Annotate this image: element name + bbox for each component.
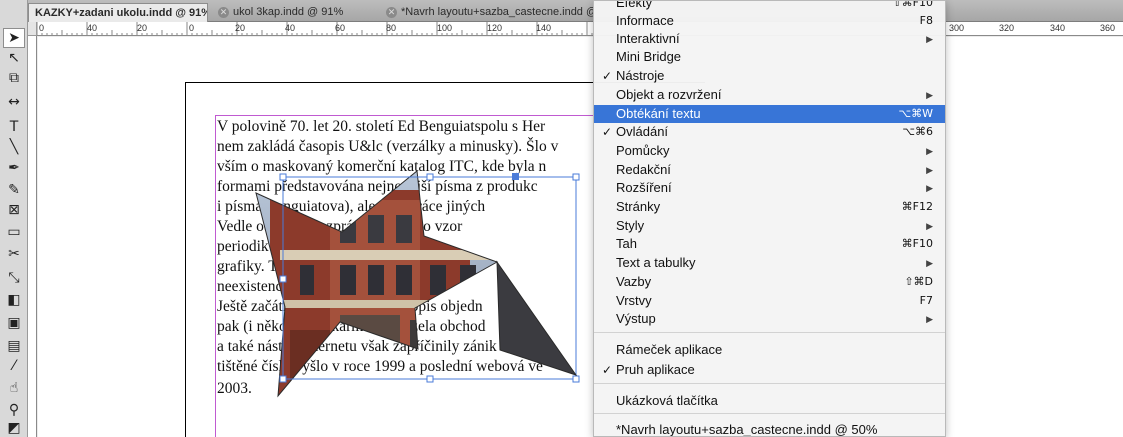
selection-tool-icon[interactable]: ➤ [3, 28, 25, 48]
ruler-right-segment: 300 320 340 360 [946, 0, 1123, 36]
menu-item-vystup[interactable]: Výstup ▶ [594, 310, 945, 328]
menu-item-label: Rozšíření [616, 180, 672, 195]
page-tool-icon[interactable]: ⧉ [3, 68, 25, 88]
gradient-swatch-tool-icon[interactable]: ◧ [3, 290, 25, 310]
menu-item-stranky[interactable]: Stránky ⌘F12 [594, 198, 945, 216]
menu-item-interaktivni[interactable]: Interaktivní ▶ [594, 30, 945, 48]
gap-tool-icon[interactable]: ↔ [3, 92, 25, 112]
menu-item-label: Rámeček aplikace [616, 342, 723, 357]
menu-item-label: *Navrh layoutu+sazba_castecne.indd @ 50% [616, 422, 878, 437]
menu-item-label: Vazby [616, 274, 652, 289]
menu-item-label: Interaktivní [616, 31, 680, 46]
tools-panel: ➤ ↖ ⧉ ↔ T ╲ ✒ ✎ ⊠ ▭ ✂ ⤡ ◧ ▣ ▤ ⁄ ☝ ⚲ ◩ [0, 0, 28, 437]
menu-item-objekt-a-rozvrzeni[interactable]: Objekt a rozvržení ▶ [594, 86, 945, 104]
window-menu-dropdown: Efekty ⇧⌘F10 Informace F8 Interaktivní ▶ Mini … [593, 0, 946, 437]
submenu-arrow-icon: ▶ [926, 258, 933, 268]
menu-item-nastroje[interactable]: ✓ Nástroje [594, 67, 945, 85]
checkmark-icon: ✓ [602, 125, 613, 139]
menu-item-navrh-layoutu-sazba-castecne-indd-50[interactable]: *Navrh layoutu+sazba_castecne.indd @ 50% [594, 421, 945, 437]
free-transform-tool-icon[interactable]: ⤡ [3, 268, 25, 288]
ruler-label: 340 [1050, 23, 1066, 33]
rectangle-tool-icon[interactable]: ▭ [3, 222, 25, 242]
menu-item-mini-bridge[interactable]: Mini Bridge [594, 48, 945, 66]
submenu-arrow-icon: ▶ [926, 165, 933, 175]
menu-item-label: Stránky [616, 199, 661, 214]
pencil-tool-icon[interactable]: ✎ [3, 180, 25, 200]
menu-item-ovladani[interactable]: ✓ Ovládání ⌥⌘6 [594, 123, 945, 141]
menu-item-shortcut: ⌥⌘6 [902, 125, 933, 138]
menu-item-label: Pruh aplikace [616, 362, 695, 377]
submenu-arrow-icon: ▶ [926, 183, 933, 193]
menu-item-shortcut: ⇧⌘D [904, 275, 933, 288]
menu-item-ukazkova-tlacitka[interactable]: Ukázková tlačítka [594, 392, 945, 410]
menu-item-vazby[interactable]: Vazby ⇧⌘D [594, 273, 945, 291]
menu-item-label: Tah [616, 236, 637, 251]
menu-item-obtekani-textu[interactable]: Obtékání textu ⌥⌘W [594, 105, 945, 123]
checkmark-icon: ✓ [602, 363, 613, 377]
menu-item-vrstvy[interactable]: Vrstvy F7 [594, 292, 945, 310]
line-tool-icon[interactable]: ╲ [3, 137, 25, 157]
menu-item-pomucky[interactable]: Pomůcky ▶ [594, 142, 945, 160]
menu-separator [594, 383, 945, 384]
gradient-feather-tool-icon[interactable]: ▣ [3, 313, 25, 333]
checkmark-icon: ✓ [602, 69, 613, 83]
menu-item-label: Efekty [616, 0, 653, 10]
menu-item-label: Styly [616, 218, 645, 233]
ruler-label: 320 [999, 23, 1015, 33]
submenu-arrow-icon: ▶ [926, 146, 933, 156]
menu-item-label: Ukázková tlačítka [616, 393, 718, 408]
submenu-arrow-icon: ▶ [926, 314, 933, 324]
menu-item-label: Ovládání [616, 124, 669, 139]
menu-item-label: Vrstvy [616, 293, 652, 308]
indesign-window: KAZKY+zadani ukolu.indd @ 91% ✕ ukol 3kap… [0, 0, 1123, 437]
menu-item-label: Redakční [616, 162, 671, 177]
menu-item-tah[interactable]: Tah ⌘F10 [594, 235, 945, 253]
pen-tool-icon[interactable]: ✒ [3, 158, 25, 178]
menu-item-label: Pomůcky [616, 143, 670, 158]
menu-item-informace[interactable]: Informace F8 [594, 12, 945, 30]
menu-item-label: Objekt a rozvržení [616, 87, 722, 102]
type-tool-icon[interactable]: T [3, 117, 25, 137]
menu-item-pruh-aplikace[interactable]: ✓ Pruh aplikace [594, 361, 945, 379]
menu-item-rozsireni[interactable]: Rozšíření ▶ [594, 179, 945, 197]
menu-item-shortcut: ⌥⌘W [898, 107, 933, 120]
zoom-tool-icon[interactable]: ⚲ [3, 400, 25, 420]
menu-item-ramecek-aplikace[interactable]: Rámeček aplikace [594, 341, 945, 359]
menu-item-label: Výstup [616, 311, 656, 326]
menu-item-efekty[interactable]: Efekty ⇧⌘F10 [594, 0, 945, 12]
menu-item-label: Text a tabulky [616, 255, 696, 270]
fill-stroke-icon[interactable]: ◩ [3, 418, 25, 437]
menu-item-label: Nástroje [616, 68, 665, 83]
note-tool-icon[interactable]: ▤ [3, 336, 25, 356]
menu-item-label: Mini Bridge [616, 49, 682, 64]
direct-selection-tool-icon[interactable]: ↖ [3, 48, 25, 68]
submenu-arrow-icon: ▶ [926, 34, 933, 44]
menu-separator [594, 332, 945, 333]
menu-item-shortcut: F7 [919, 294, 933, 307]
rectangle-frame-tool-icon[interactable]: ⊠ [3, 200, 25, 220]
menu-item-shortcut: ⌘F12 [901, 200, 933, 213]
menu-item-label: Informace [616, 13, 674, 28]
ruler-label: 300 [949, 23, 965, 33]
submenu-arrow-icon: ▶ [926, 221, 933, 231]
menu-item-redakcni[interactable]: Redakční ▶ [594, 161, 945, 179]
scissors-tool-icon[interactable]: ✂ [3, 244, 25, 264]
eyedropper-tool-icon[interactable]: ⁄ [3, 356, 25, 376]
menu-item-shortcut: ⌘F10 [901, 237, 933, 250]
menu-item-label: Obtékání textu [616, 106, 701, 121]
hand-tool-icon[interactable]: ☝ [3, 378, 25, 398]
menu-item-shortcut: ⇧⌘F10 [892, 0, 933, 9]
menu-item-shortcut: F8 [919, 14, 933, 27]
menu-item-text-a-tabulky[interactable]: Text a tabulky ▶ [594, 254, 945, 272]
menu-separator [594, 413, 945, 414]
ruler-label: 360 [1100, 23, 1116, 33]
submenu-arrow-icon: ▶ [926, 90, 933, 100]
menu-item-styly[interactable]: Styly ▶ [594, 217, 945, 235]
